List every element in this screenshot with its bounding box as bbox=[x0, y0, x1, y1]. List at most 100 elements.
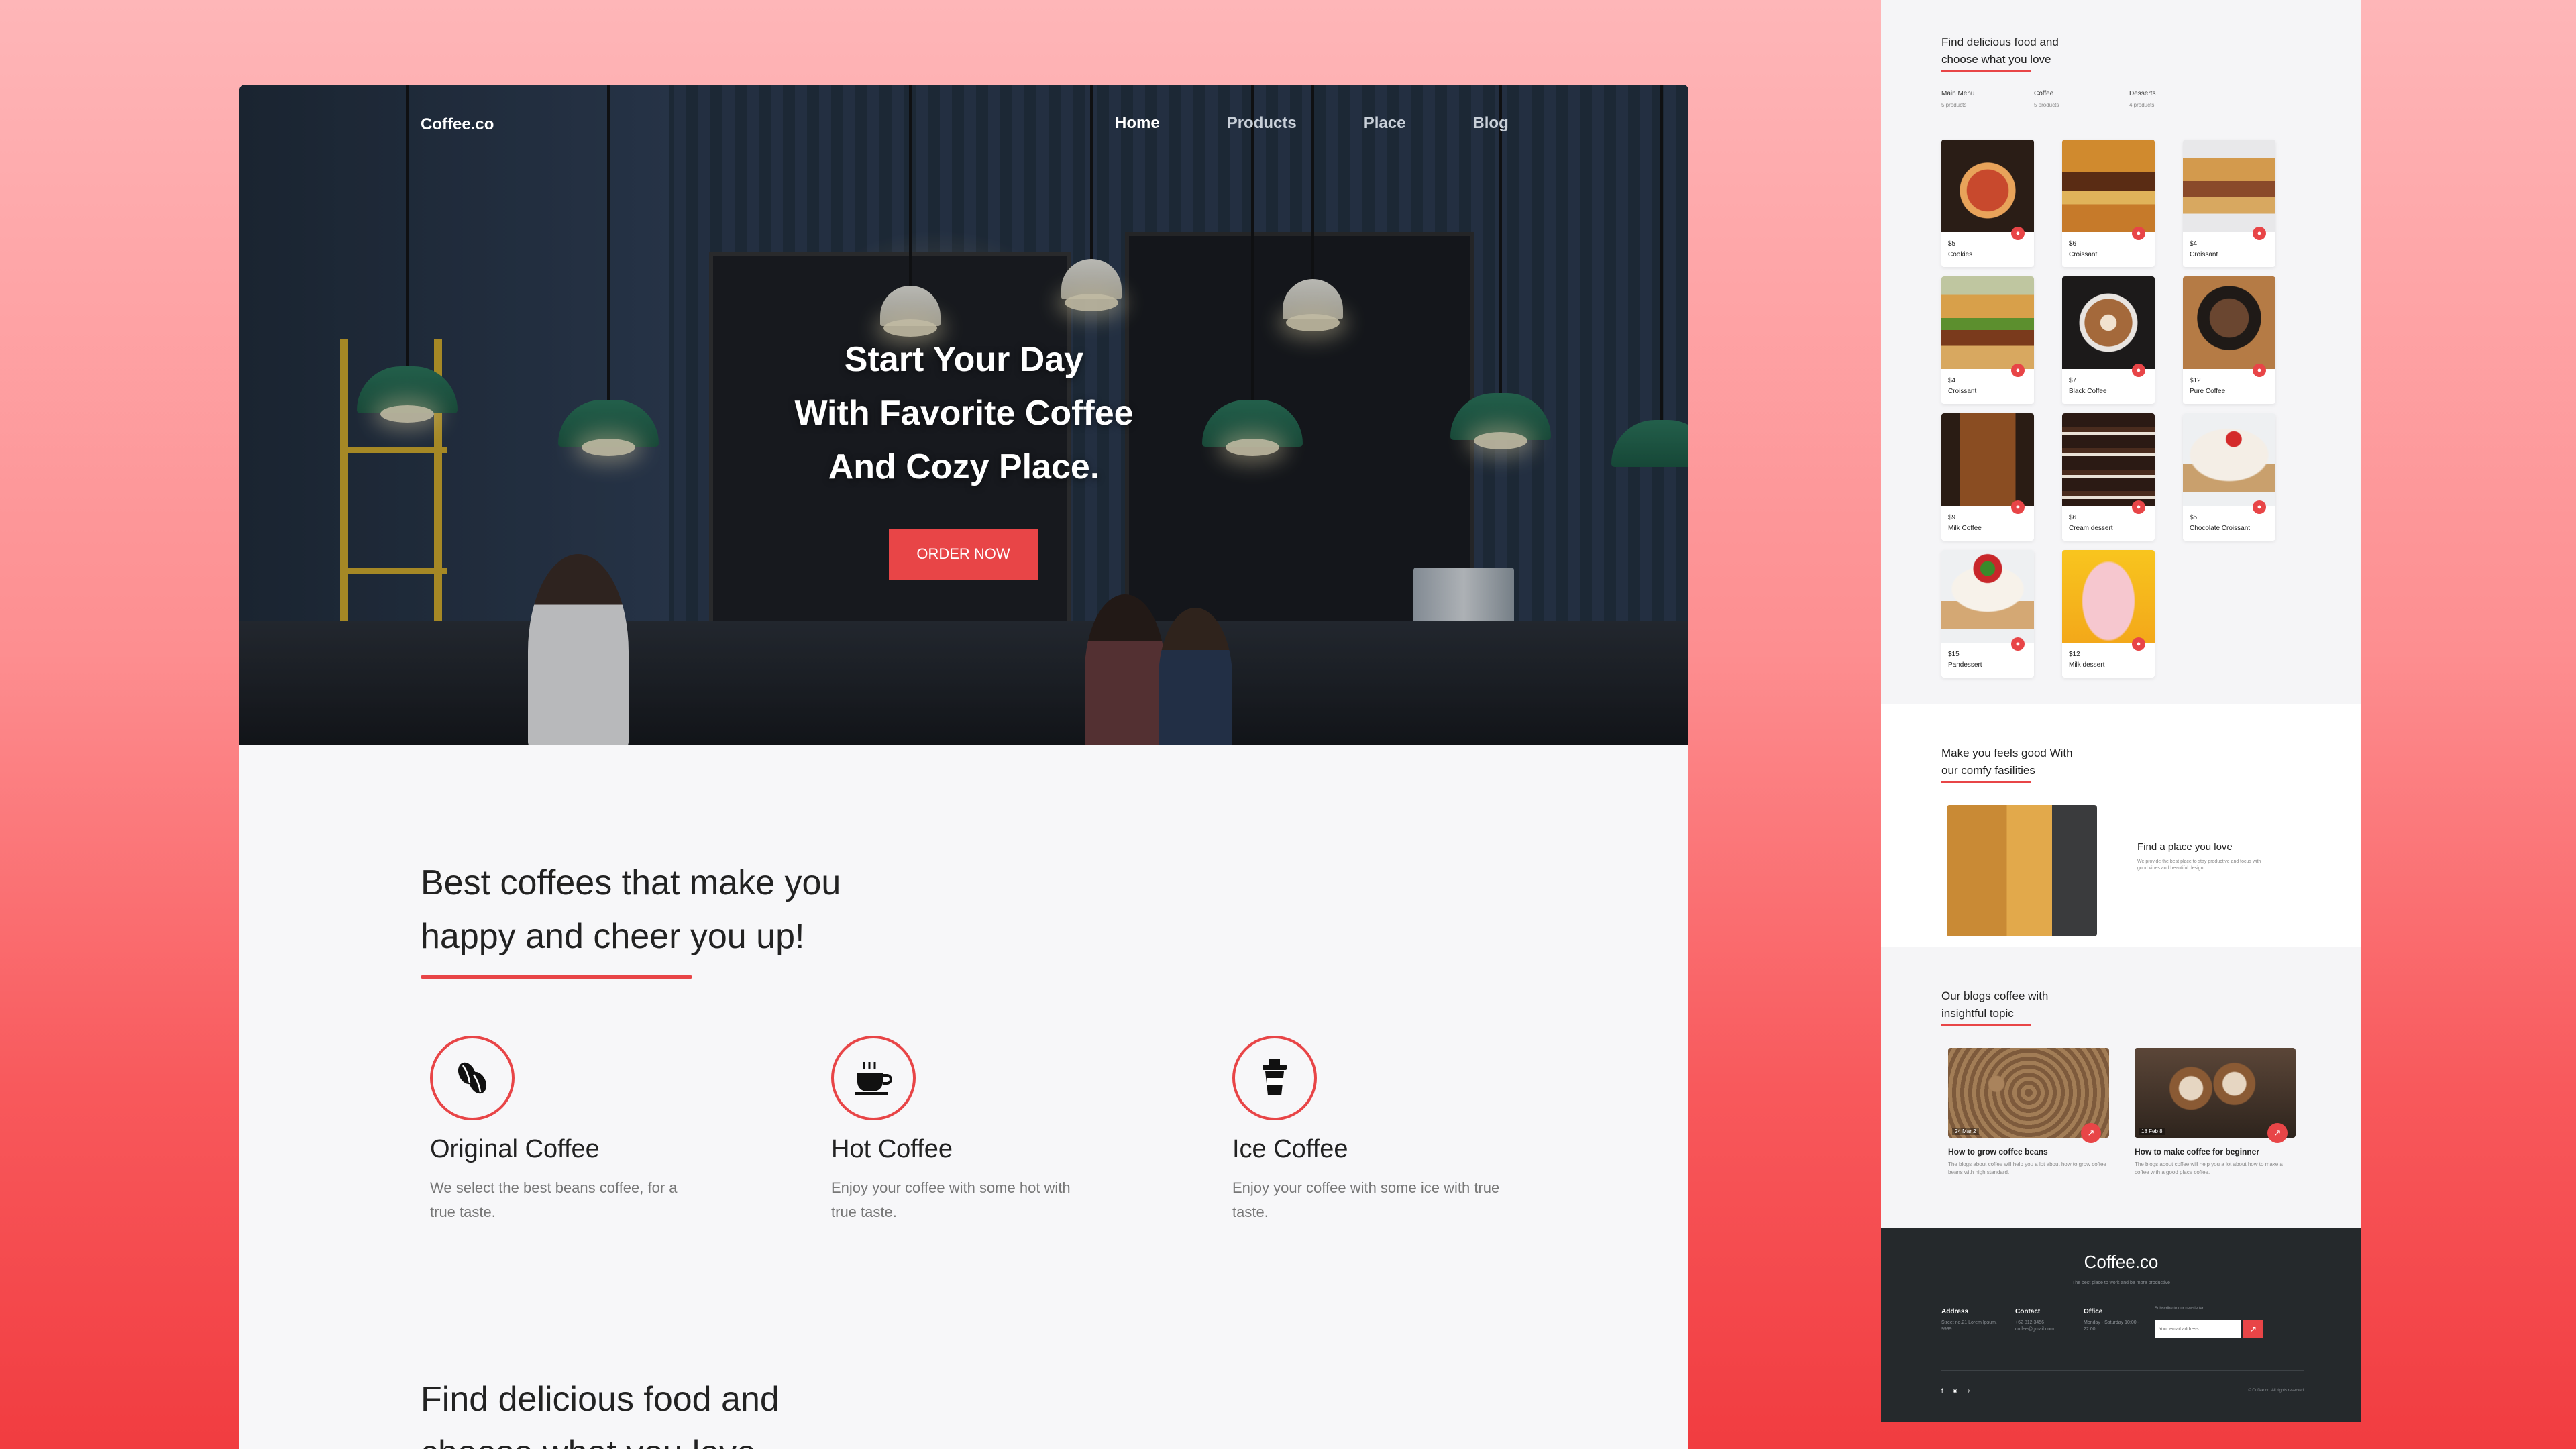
social-icons: f◉♪ bbox=[1941, 1387, 1980, 1395]
nav-link-place[interactable]: Place bbox=[1364, 114, 1406, 133]
product-price: $15 bbox=[1948, 651, 1960, 658]
feature-title: Ice Coffee bbox=[1232, 1135, 1348, 1163]
nav-link-home[interactable]: Home bbox=[1115, 114, 1160, 133]
product-image bbox=[2062, 276, 2155, 369]
blog-title[interactable]: How to make coffee for beginner bbox=[2135, 1147, 2296, 1157]
feature-card: Original Coffee We select the best beans… bbox=[430, 1036, 765, 1224]
footer-tagline: The best place to work and be more produ… bbox=[2072, 1281, 2170, 1285]
bag-icon[interactable]: ● bbox=[2253, 364, 2266, 377]
blog-card[interactable]: 18 Feb 8 ↗ How to make coffee for beginn… bbox=[2135, 1048, 2296, 1177]
menu-heading-line: Find delicious food and bbox=[421, 1380, 780, 1419]
blog-meta: 18 Feb 8 bbox=[2139, 1128, 2165, 1135]
blog-image: 24 Mar 2 ↗ bbox=[1948, 1048, 2109, 1143]
product-price: $12 bbox=[2190, 377, 2201, 384]
product-image bbox=[2183, 140, 2275, 232]
heading-underline bbox=[421, 975, 692, 979]
footer-col-title: Address bbox=[1941, 1308, 1969, 1316]
bag-icon[interactable]: ● bbox=[2011, 637, 2025, 651]
product-card[interactable]: $5 Chocolate Croissant ● bbox=[2183, 413, 2275, 541]
hero-title: Start Your Day With Favorite Coffee And … bbox=[239, 333, 1688, 494]
facility-title: Find a place you love bbox=[2137, 841, 2233, 853]
bag-icon[interactable]: ● bbox=[2132, 637, 2145, 651]
tab-main-menu[interactable]: Main Menu bbox=[1941, 90, 1974, 97]
footer-logo[interactable]: Coffee.co bbox=[1881, 1252, 2361, 1273]
blog-card[interactable]: 24 Mar 2 ↗ How to grow coffee beans The … bbox=[1948, 1048, 2109, 1177]
desktop-mockup: Coffee.co Home Products Place Blog Start… bbox=[239, 85, 1688, 1449]
footer-col-text: Monday - Saturday 10:00 - 22:00 bbox=[2084, 1320, 2139, 1332]
product-name: Pandessert bbox=[1948, 661, 1982, 669]
product-card[interactable]: $9 Milk Coffee ● bbox=[1941, 413, 2034, 541]
product-price: $9 bbox=[1948, 514, 1956, 521]
product-card[interactable]: $7 Black Coffee ● bbox=[2062, 276, 2155, 404]
iced-cup-icon bbox=[1232, 1036, 1317, 1120]
hot-cup-icon bbox=[831, 1036, 916, 1120]
product-card[interactable]: $6 Cream dessert ● bbox=[2062, 413, 2155, 541]
product-name: Milk dessert bbox=[2069, 661, 2105, 669]
bag-icon[interactable]: ● bbox=[2011, 364, 2025, 377]
product-card[interactable]: $4 Croissant ● bbox=[2183, 140, 2275, 267]
newsletter-email-input[interactable] bbox=[2155, 1320, 2241, 1338]
product-card[interactable]: $12 Pure Coffee ● bbox=[2183, 276, 2275, 404]
product-price: $12 bbox=[2069, 651, 2080, 658]
footer-col: Office Monday - Saturday 10:00 - 22:00 bbox=[2084, 1308, 2144, 1333]
footer-divider bbox=[1941, 1370, 2304, 1371]
footer-col: Address Street no.21 Lorem Ipsum, 9999 bbox=[1941, 1308, 2008, 1333]
bag-icon[interactable]: ● bbox=[2011, 227, 2025, 240]
features-heading-line: happy and cheer you up! bbox=[421, 917, 805, 956]
facility-desc: We provide the best place to stay produc… bbox=[2137, 859, 2261, 871]
blog-image: 18 Feb 8 ↗ bbox=[2135, 1048, 2296, 1143]
feature-title: Hot Coffee bbox=[831, 1135, 953, 1163]
mobile-menu-heading: Find delicious food and choose what you … bbox=[1941, 34, 2059, 68]
product-card[interactable]: $4 Croissant ● bbox=[1941, 276, 2034, 404]
instagram-icon[interactable]: ◉ bbox=[1953, 1387, 1968, 1394]
facebook-icon[interactable]: f bbox=[1941, 1387, 1953, 1394]
hero-section: Coffee.co Home Products Place Blog Start… bbox=[239, 85, 1688, 745]
tiktok-icon[interactable]: ♪ bbox=[1967, 1387, 1980, 1394]
product-name: Chocolate Croissant bbox=[2190, 525, 2251, 532]
product-image bbox=[2062, 413, 2155, 506]
footer-col-title: Office bbox=[2084, 1308, 2103, 1316]
product-card[interactable]: $15 Pandessert ● bbox=[1941, 550, 2034, 678]
product-card[interactable]: $5 Cookies ● bbox=[1941, 140, 2034, 267]
tab-count: 5 products bbox=[2034, 102, 2059, 108]
product-name: Pure Coffee bbox=[2190, 388, 2226, 395]
blog-title[interactable]: How to grow coffee beans bbox=[1948, 1147, 2109, 1157]
tab-desserts[interactable]: Desserts bbox=[2129, 90, 2155, 97]
product-card[interactable]: $12 Milk dessert ● bbox=[2062, 550, 2155, 678]
bag-icon[interactable]: ● bbox=[2132, 500, 2145, 514]
footer-col-text: Street no.21 Lorem Ipsum, 9999 bbox=[1941, 1320, 1997, 1332]
bag-icon[interactable]: ● bbox=[2253, 227, 2266, 240]
product-price: $5 bbox=[2190, 514, 2198, 521]
menu-heading: Find delicious food and choose what you … bbox=[421, 1373, 780, 1449]
heading-line: Find delicious food and bbox=[1941, 36, 2059, 48]
site-logo[interactable]: Coffee.co bbox=[421, 115, 494, 134]
product-price: $4 bbox=[2190, 240, 2198, 248]
product-name: Croissant bbox=[2069, 251, 2098, 258]
nav-link-products[interactable]: Products bbox=[1227, 114, 1297, 133]
arrow-icon[interactable]: ↗ bbox=[2081, 1123, 2101, 1143]
arrow-icon[interactable]: ↗ bbox=[2243, 1320, 2263, 1338]
product-image bbox=[2062, 140, 2155, 232]
order-now-button[interactable]: ORDER NOW bbox=[889, 529, 1038, 580]
bag-icon[interactable]: ● bbox=[2132, 364, 2145, 377]
heading-underline bbox=[1941, 781, 2031, 783]
bag-icon[interactable]: ● bbox=[2132, 227, 2145, 240]
product-card[interactable]: $6 Croissant ● bbox=[2062, 140, 2155, 267]
bag-icon[interactable]: ● bbox=[2011, 500, 2025, 514]
feature-desc: We select the best beans coffee, for a t… bbox=[430, 1179, 678, 1220]
tab-coffee[interactable]: Coffee bbox=[2034, 90, 2053, 97]
footer-col-text: +62 812 3456 coffee@gmail.com bbox=[2015, 1320, 2054, 1332]
hero-title-line: Start Your Day bbox=[844, 340, 1084, 379]
arrow-icon[interactable]: ↗ bbox=[2267, 1123, 2288, 1143]
product-name: Milk Coffee bbox=[1948, 525, 1982, 532]
nav-link-blog[interactable]: Blog bbox=[1472, 114, 1508, 133]
heading-underline bbox=[1941, 70, 2031, 72]
product-image bbox=[2062, 550, 2155, 643]
blog-desc: The blogs about coffee will help you a l… bbox=[1948, 1161, 2106, 1175]
bag-icon[interactable]: ● bbox=[2253, 500, 2266, 514]
facility-image bbox=[1947, 805, 2097, 936]
heading-line: Our blogs coffee with bbox=[1941, 989, 2049, 1002]
top-nav: Coffee.co Home Products Place Blog bbox=[239, 85, 1688, 172]
hero-title-line: And Cozy Place. bbox=[828, 447, 1100, 486]
blog-desc: The blogs about coffee will help you a l… bbox=[2135, 1161, 2283, 1175]
